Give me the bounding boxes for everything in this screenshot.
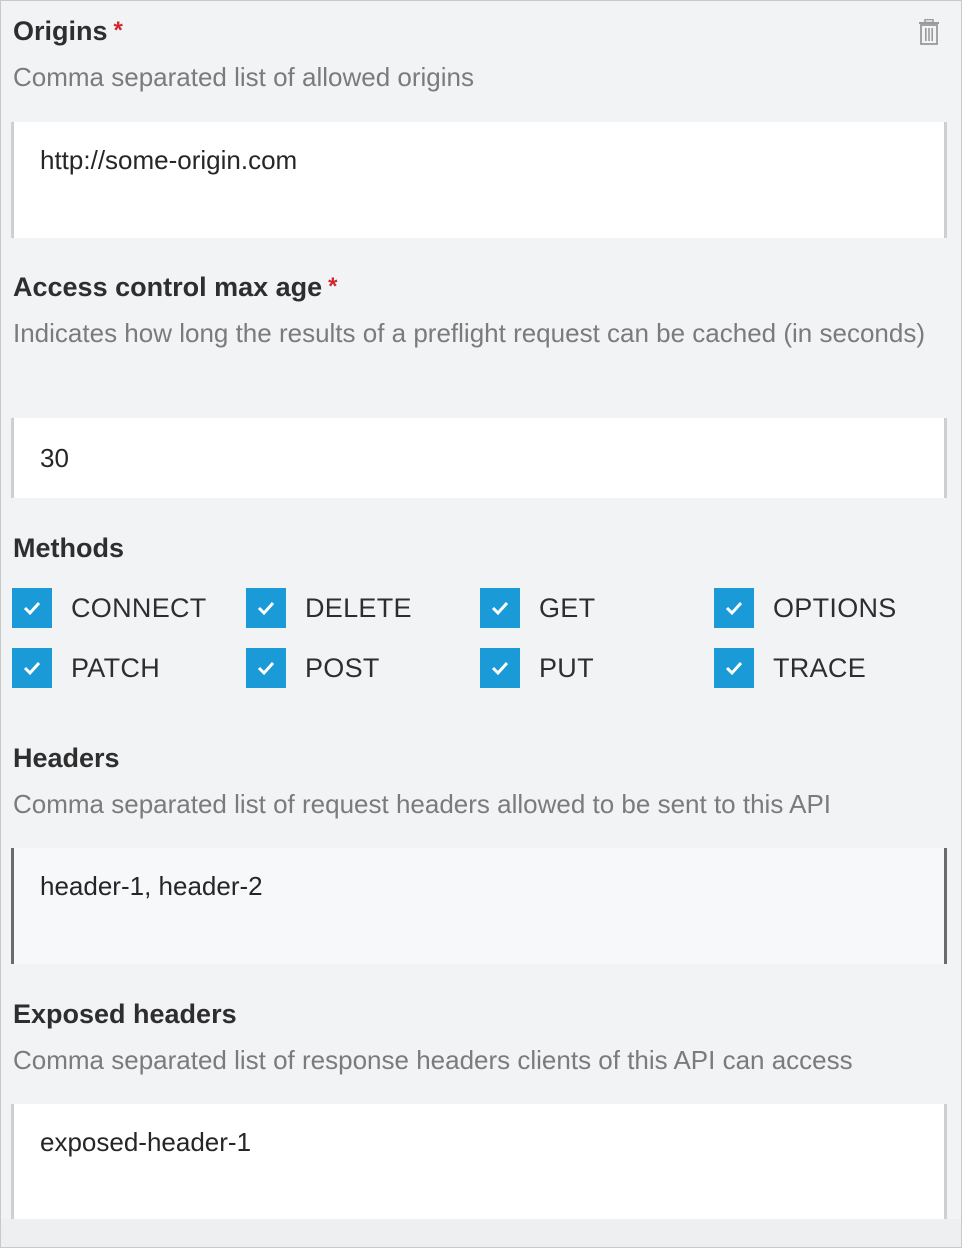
origins-description: Comma separated list of allowed origins [13, 62, 474, 92]
method-patch[interactable]: PATCH [12, 648, 160, 688]
method-label: POST [305, 652, 380, 683]
method-delete[interactable]: DELETE [246, 588, 412, 628]
max-age-label: Access control max age * [13, 272, 338, 302]
checkmark-icon[interactable] [714, 588, 754, 628]
method-label: DELETE [305, 592, 412, 623]
method-label: PUT [539, 652, 594, 683]
checkmark-icon[interactable] [480, 588, 520, 628]
method-trace[interactable]: TRACE [714, 648, 866, 688]
origins-textarea[interactable]: http://some-origin.com [11, 122, 947, 238]
methods-label: Methods [13, 533, 124, 563]
headers-textarea[interactable]: header-1, header-2 [11, 848, 947, 964]
checkmark-icon[interactable] [480, 648, 520, 688]
origins-label: Origins * [13, 16, 123, 46]
max-age-description: Indicates how long the results of a pref… [13, 318, 925, 348]
method-put[interactable]: PUT [480, 648, 594, 688]
exposed-headers-description: Comma separated list of response headers… [13, 1045, 853, 1075]
method-options[interactable]: OPTIONS [714, 588, 897, 628]
method-label: GET [539, 592, 596, 623]
checkmark-icon[interactable] [714, 648, 754, 688]
headers-section: Headers Comma separated list of request … [13, 742, 945, 824]
method-get[interactable]: GET [480, 588, 595, 628]
method-connect[interactable]: CONNECT [12, 588, 207, 628]
exposed-headers-label: Exposed headers [13, 999, 237, 1029]
method-label: CONNECT [71, 592, 207, 623]
exposed-headers-textarea[interactable]: exposed-header-1 [11, 1104, 947, 1220]
exposed-headers-section: Exposed headers Comma separated list of … [13, 998, 945, 1080]
headers-label: Headers [13, 743, 120, 773]
methods-section: Methods [13, 532, 945, 564]
checkmark-icon[interactable] [246, 588, 286, 628]
checkmark-icon[interactable] [12, 648, 52, 688]
cors-config-panel: Origins * Comma separated list of allowed… [0, 0, 962, 1248]
method-post[interactable]: POST [246, 648, 380, 688]
method-label: PATCH [71, 652, 160, 683]
method-label: OPTIONS [773, 592, 897, 623]
max-age-input[interactable]: 30 [11, 418, 947, 498]
bottom-divider [1, 1219, 961, 1247]
headers-description: Comma separated list of request headers … [13, 789, 832, 819]
checkmark-icon[interactable] [12, 588, 52, 628]
checkmark-icon[interactable] [246, 648, 286, 688]
origins-section: Origins * Comma separated list of allowed… [13, 15, 945, 97]
required-mark: * [113, 17, 123, 44]
required-mark: * [328, 273, 338, 300]
method-label: TRACE [773, 652, 867, 683]
max-age-section: Access control max age * Indicates how lo… [13, 271, 945, 353]
